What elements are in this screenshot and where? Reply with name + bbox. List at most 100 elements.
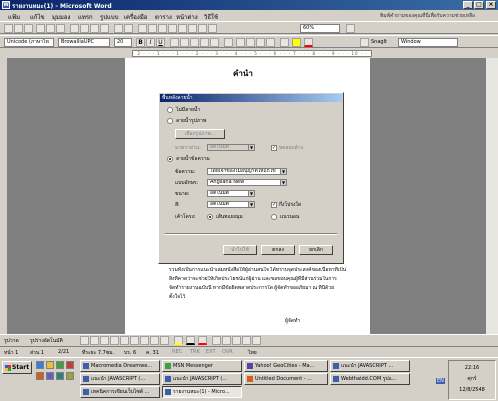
columns-icon[interactable]: [178, 24, 187, 33]
numbering-icon[interactable]: [236, 38, 245, 47]
decrease-indent-icon[interactable]: [256, 38, 265, 47]
task-word[interactable]: รายงานหมะ(1) - Micro...: [162, 386, 242, 398]
rectangle-tool-icon[interactable]: [100, 336, 109, 345]
text-watermark-label[interactable]: ลายน้ำข้อความ: [176, 156, 210, 162]
line-style-icon[interactable]: [212, 336, 221, 345]
ok-button[interactable]: ตกลง: [261, 245, 295, 255]
picture-watermark-radio[interactable]: [167, 118, 173, 124]
size-combo[interactable]: อัตโนมัติ ▼: [207, 190, 255, 197]
msn-quicklaunch-icon[interactable]: [56, 361, 64, 369]
task-msn[interactable]: MSN Messenger: [162, 360, 242, 372]
hyperlink-icon[interactable]: [138, 24, 147, 33]
task-geocities[interactable]: Yahoo! GeoCities - Ma...: [244, 360, 328, 372]
select-picture-button[interactable]: เลือกรูปภาพ...: [175, 129, 225, 139]
print-preview-icon[interactable]: [46, 24, 55, 33]
tables-borders-icon[interactable]: [148, 24, 157, 33]
app-quicklaunch-icon[interactable]: [66, 361, 74, 369]
task-javascript-2[interactable]: แนะนำ JAVASCRIPT (...: [80, 373, 160, 385]
undo-icon[interactable]: [114, 24, 123, 33]
align-right-icon[interactable]: [190, 38, 199, 47]
text-watermark-radio[interactable]: [167, 156, 173, 162]
thai-distributed-icon[interactable]: [210, 38, 219, 47]
horizontal-radio[interactable]: [271, 214, 277, 220]
no-watermark-radio[interactable]: [167, 107, 173, 113]
picture-watermark-label[interactable]: ลายน้ำรูปภาพ: [176, 118, 206, 124]
window-titlebar[interactable]: W รายงานหมะ(1) - Microsoft Word _ □ ×: [0, 0, 498, 10]
snagit-icon[interactable]: [360, 38, 369, 47]
insert-table-icon[interactable]: [158, 24, 167, 33]
underline-button[interactable]: U: [156, 38, 165, 47]
wordart-icon[interactable]: [130, 336, 139, 345]
print-icon[interactable]: [36, 24, 45, 33]
media-quicklaunch-icon[interactable]: [46, 372, 54, 380]
scale-combo[interactable]: อัตโนมัติ ▼: [207, 144, 255, 151]
vertical-ruler[interactable]: [0, 58, 8, 334]
task-webthaidd[interactable]: Webthaidd.COM รูปแ...: [330, 373, 410, 385]
fill-color-icon[interactable]: [174, 336, 183, 345]
arrow-tool-icon[interactable]: [90, 336, 99, 345]
dialog-title[interactable]: พื้นหลังลายน้ำ: [160, 94, 342, 102]
folder-quicklaunch-icon[interactable]: [46, 361, 54, 369]
draw-menu[interactable]: รูปวาด: [4, 338, 19, 344]
document-map-icon[interactable]: [198, 24, 207, 33]
font-combo[interactable]: BrowalliaUPC: [58, 38, 110, 47]
washout-label[interactable]: ทดสอบล้าง: [279, 145, 303, 151]
zoom-combo[interactable]: 60%: [300, 24, 340, 33]
language-indicator[interactable]: EN: [436, 378, 445, 384]
help-icon[interactable]: [346, 24, 355, 33]
snagit-window-combo[interactable]: Window: [398, 38, 458, 47]
no-watermark-label[interactable]: ไม่มีลายน้ำ: [176, 107, 200, 113]
maximize-button[interactable]: □: [474, 1, 484, 9]
increase-indent-icon[interactable]: [266, 38, 275, 47]
save-icon[interactable]: [24, 24, 33, 33]
diagonal-radio[interactable]: [207, 214, 213, 220]
spelling-icon[interactable]: [56, 24, 65, 33]
oval-tool-icon[interactable]: [110, 336, 119, 345]
arrow-style-icon[interactable]: [232, 336, 241, 345]
task-dreamweaver[interactable]: Macromedia Dreamwe...: [80, 360, 160, 372]
paste-icon[interactable]: [90, 24, 99, 33]
washout-checkbox[interactable]: ✓: [271, 145, 277, 151]
status-rec[interactable]: REC: [172, 349, 182, 355]
align-left-icon[interactable]: [170, 38, 179, 47]
textbox-tool-icon[interactable]: [120, 336, 129, 345]
start-button[interactable]: Start: [2, 361, 32, 374]
autoshapes-menu[interactable]: รูปร่างอัตโนมัติ: [30, 338, 63, 344]
bold-button[interactable]: B: [136, 38, 145, 47]
diagonal-label[interactable]: เส้นทแยงมุม: [216, 214, 243, 220]
firefox-quicklaunch-icon[interactable]: [36, 372, 44, 380]
task-untitled[interactable]: Untitled Document - ...: [244, 373, 328, 385]
drawing-icon[interactable]: [188, 24, 197, 33]
diagram-icon[interactable]: [140, 336, 149, 345]
status-ovr[interactable]: OVR: [222, 349, 233, 355]
horizontal-ruler[interactable]: · 2 · · · 1 · · · 1 · · · 2 · · · 3 · · …: [0, 49, 498, 58]
highlight-icon[interactable]: [292, 38, 301, 47]
font-color-icon[interactable]: [304, 38, 313, 47]
semitransparent-label[interactable]: กึ่งโปร่งใส: [279, 202, 301, 208]
shadow-icon[interactable]: [242, 336, 251, 345]
insert-picture-icon[interactable]: [160, 336, 169, 345]
status-ext[interactable]: EXT: [206, 349, 216, 355]
clipart-icon[interactable]: [150, 336, 159, 345]
status-trk[interactable]: TRK: [190, 349, 200, 355]
task-web-technique[interactable]: เทคนิคการเขียนเว็บไซต์ ...: [80, 386, 160, 398]
word-app-icon[interactable]: W: [2, 1, 10, 9]
align-center-icon[interactable]: [180, 38, 189, 47]
style-combo[interactable]: Unicode (ภาษาไท: [4, 38, 54, 47]
open-icon[interactable]: [14, 24, 23, 33]
insert-excel-icon[interactable]: [168, 24, 177, 33]
minimize-button[interactable]: _: [463, 1, 473, 9]
task-javascript-1[interactable]: แนะนำ JAVASCRIPT ...: [330, 360, 410, 372]
dash-style-icon[interactable]: [222, 336, 231, 345]
justify-icon[interactable]: [200, 38, 209, 47]
border-icon[interactable]: [280, 38, 289, 47]
snagit-label[interactable]: SnagIt: [371, 39, 387, 45]
cancel-button[interactable]: ยกเลิก: [299, 245, 333, 255]
cut-icon[interactable]: [70, 24, 79, 33]
horizontal-label[interactable]: แนวนอน: [280, 214, 299, 220]
font-size-combo[interactable]: 20: [114, 38, 132, 47]
ie-quicklaunch-icon[interactable]: [36, 361, 44, 369]
italic-button[interactable]: I: [146, 38, 155, 47]
font-combo-dialog[interactable]: Angsana New ▼: [207, 179, 287, 186]
desktop-quicklaunch-icon[interactable]: [56, 372, 64, 380]
